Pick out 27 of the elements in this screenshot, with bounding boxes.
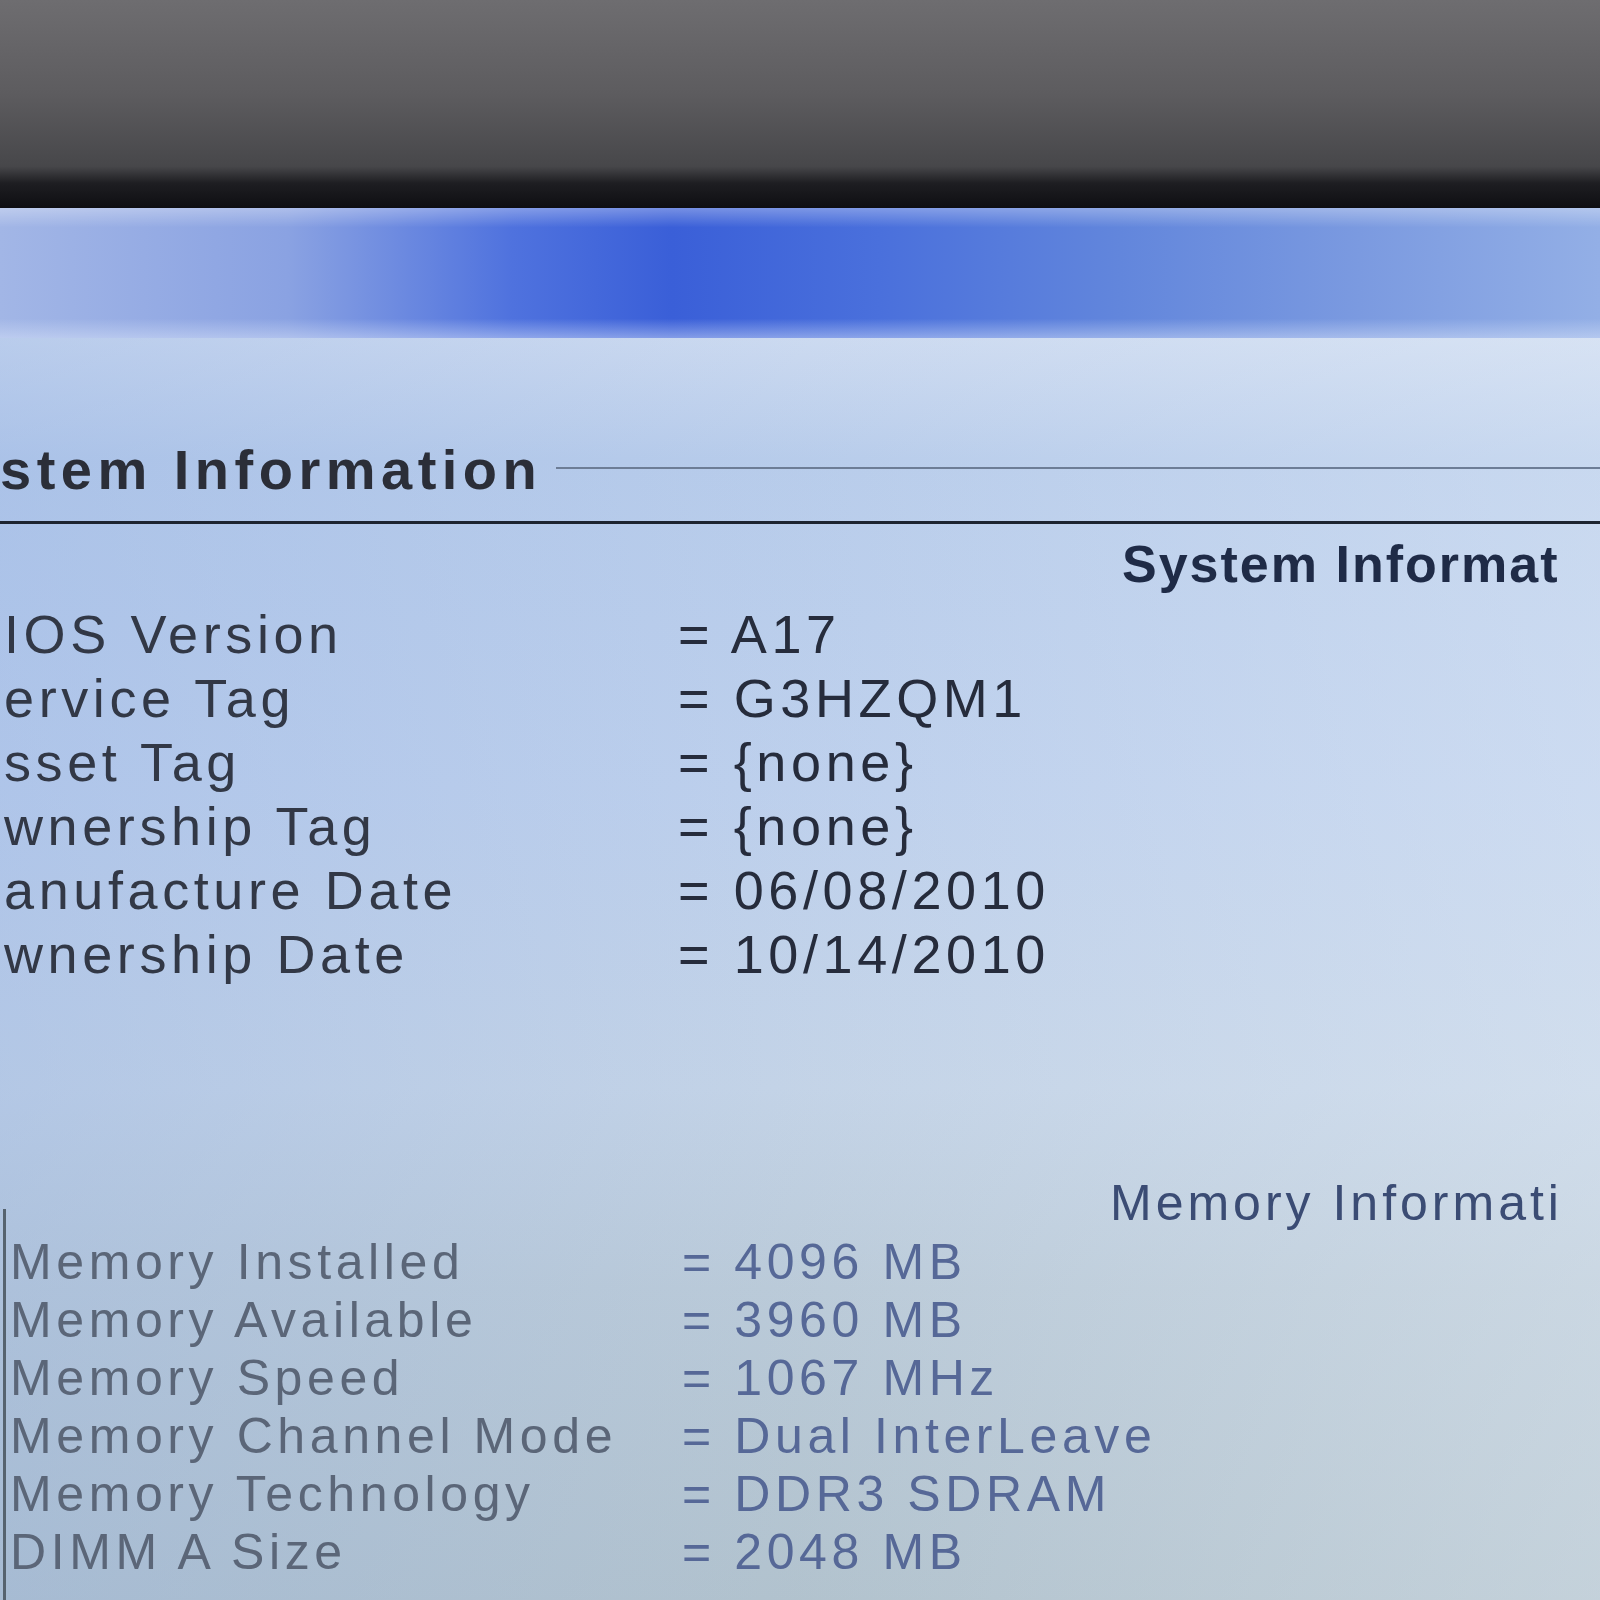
field-value: = 10/14/2010 <box>678 923 1050 986</box>
field-label: DIMM A Size <box>9 1523 347 1581</box>
field-value: = DDR3 SDRAM <box>682 1465 1111 1523</box>
field-label: IOS Version <box>3 603 343 666</box>
field-label: Memory Channel Mode <box>9 1407 618 1465</box>
field-value: = 1067 MHz <box>682 1349 999 1407</box>
field-value: = {none} <box>678 795 918 858</box>
field-value: = 06/08/2010 <box>678 859 1050 922</box>
field-value: = G3HZQM1 <box>678 667 1027 730</box>
field-value: = Dual InterLeave <box>682 1407 1157 1465</box>
group-heading: System Informat <box>1122 534 1560 594</box>
field-value: = {none} <box>678 731 918 794</box>
field-value: = 4096 MB <box>682 1233 967 1291</box>
field-value: = 3960 MB <box>682 1291 967 1349</box>
group-heading: Memory Informati <box>1110 1174 1563 1233</box>
field-label: ervice Tag <box>3 667 296 730</box>
field-label: Memory Available <box>9 1291 478 1349</box>
field-label: wnership Date <box>3 923 409 986</box>
field-label: Memory Installed <box>9 1233 465 1291</box>
field-label: Memory Technology <box>9 1465 535 1523</box>
field-label: sset Tag <box>3 731 241 794</box>
field-value: = 2048 MB <box>682 1523 967 1581</box>
field-label: wnership Tag <box>3 795 377 858</box>
field-value: = A17 <box>678 603 841 666</box>
section-title: stem Information <box>0 438 543 502</box>
field-label: anufacture Date <box>3 859 458 922</box>
field-label: Memory Speed <box>9 1349 405 1407</box>
